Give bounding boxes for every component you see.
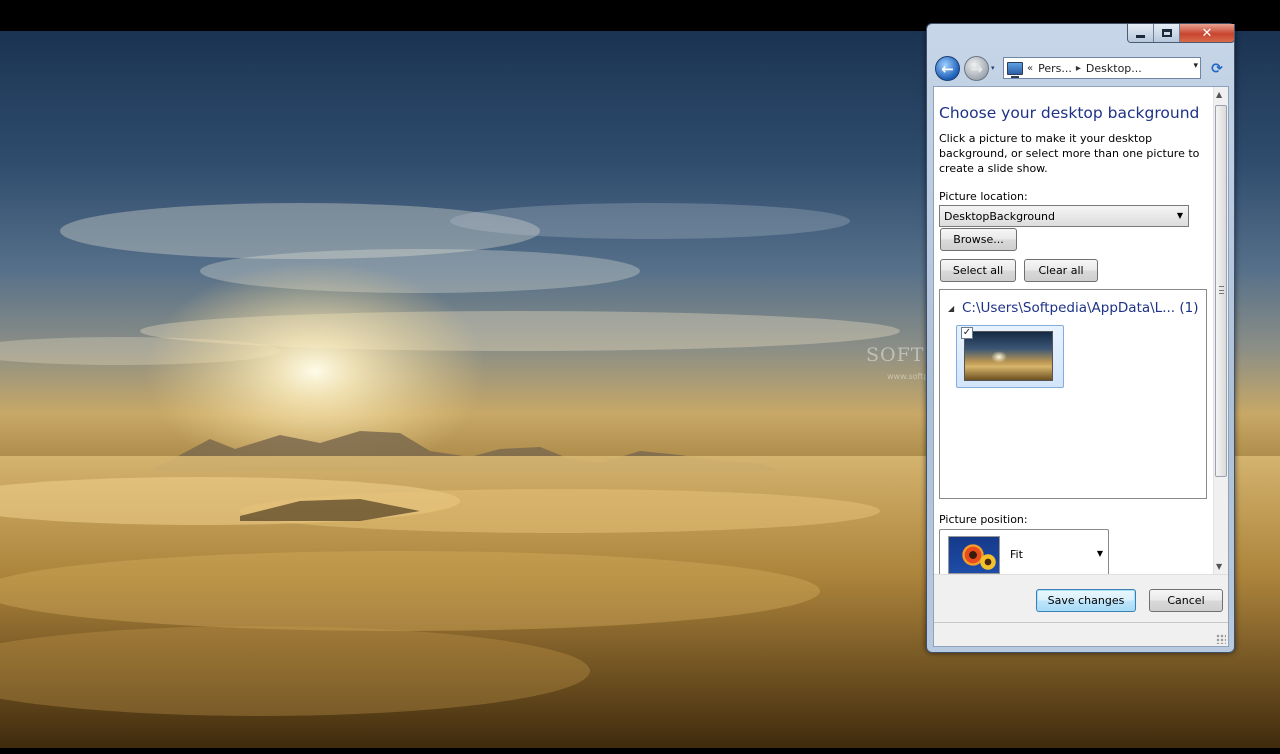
close-button[interactable]: ✕ — [1180, 24, 1234, 42]
address-dropdown-icon[interactable]: ▾ — [1193, 61, 1198, 71]
picture-group-header[interactable]: C:\Users\Softpedia\AppData\L... (1) — [962, 300, 1199, 316]
forward-button[interactable]: → — [964, 56, 989, 81]
picture-position-select[interactable]: Fit ▼ — [939, 529, 1109, 574]
thumbnail-image — [964, 331, 1053, 381]
resize-grip-icon[interactable] — [1216, 634, 1226, 644]
save-changes-button[interactable]: Save changes — [1036, 589, 1136, 612]
address-bar[interactable]: « Pers... ▸ Desktop... ▾ — [1003, 57, 1201, 79]
forward-arrow-icon: → — [970, 59, 983, 78]
maximize-icon — [1161, 29, 1172, 37]
content-pane: Choose your desktop background Click a p… — [934, 87, 1213, 574]
chevron-down-icon: ▾ — [991, 64, 995, 72]
caption-buttons: ✕ — [1127, 24, 1235, 43]
page-title: Choose your desktop background — [939, 104, 1200, 122]
breadcrumb-separator-icon[interactable]: ▸ — [1076, 63, 1081, 74]
picture-location-value: DesktopBackground — [944, 209, 1055, 223]
scroll-up-icon[interactable]: ▲ — [1216, 90, 1222, 99]
scroll-down-icon[interactable]: ▼ — [1216, 562, 1222, 571]
dropdown-arrow-icon: ▼ — [1176, 211, 1183, 220]
picture-position-value: Fit — [1010, 548, 1023, 561]
breadcrumb-desktop-background[interactable]: Desktop... — [1086, 62, 1142, 75]
control-panel-icon — [1007, 61, 1023, 78]
clear-all-button[interactable]: Clear all — [1024, 259, 1098, 282]
page-description: Click a picture to make it your desktop … — [939, 132, 1200, 175]
refresh-icon: ⟳ — [1211, 61, 1223, 77]
maximize-button[interactable] — [1154, 24, 1180, 42]
position-preview-image — [948, 536, 1000, 574]
picture-location-select[interactable]: DesktopBackground ▼ — [939, 205, 1189, 227]
picture-position-label: Picture position: — [939, 513, 1028, 526]
personalization-window: ✕ ← → ▾ « Pers... ▸ Desktop... ▾ ⟳ Choos… — [926, 23, 1235, 653]
cancel-button[interactable]: Cancel — [1149, 589, 1223, 612]
flower-graphic-secondary — [979, 553, 997, 571]
select-all-button[interactable]: Select all — [940, 259, 1016, 282]
minimize-icon — [1136, 34, 1145, 38]
dialog-footer: Save changes Cancel — [934, 574, 1228, 622]
close-icon: ✕ — [1201, 25, 1213, 41]
thumbnail-checkbox[interactable]: ✓ — [961, 327, 973, 339]
refresh-button[interactable]: ⟳ — [1208, 60, 1226, 78]
scroll-thumb[interactable] — [1215, 105, 1227, 477]
back-arrow-icon: ← — [941, 59, 954, 78]
minimize-button[interactable] — [1128, 24, 1154, 42]
picture-location-label: Picture location: — [939, 190, 1028, 203]
picture-list[interactable]: ◢ C:\Users\Softpedia\AppData\L... (1) ✓ — [939, 289, 1207, 499]
vertical-scrollbar[interactable]: ▲ ▼ — [1213, 87, 1228, 574]
browse-button[interactable]: Browse... — [940, 228, 1017, 251]
navigation-bar: ← → ▾ « Pers... ▸ Desktop... ▾ ⟳ — [934, 54, 1227, 84]
picture-thumbnail[interactable]: ✓ — [956, 325, 1064, 388]
scroll-grip-icon — [1219, 286, 1224, 294]
screen-bottom-band — [0, 748, 1280, 754]
group-collapse-icon[interactable]: ◢ — [948, 304, 954, 313]
thumbnail-sun — [991, 351, 1007, 363]
recent-pages-button[interactable]: ▾ — [991, 64, 999, 74]
back-button[interactable]: ← — [935, 56, 960, 81]
address-overflow-chevron[interactable]: « — [1027, 63, 1033, 74]
breadcrumb-personalization[interactable]: Pers... — [1038, 62, 1072, 75]
status-bar — [934, 622, 1228, 646]
dropdown-arrow-icon: ▼ — [1096, 549, 1103, 558]
client-area: Choose your desktop background Click a p… — [933, 86, 1229, 647]
